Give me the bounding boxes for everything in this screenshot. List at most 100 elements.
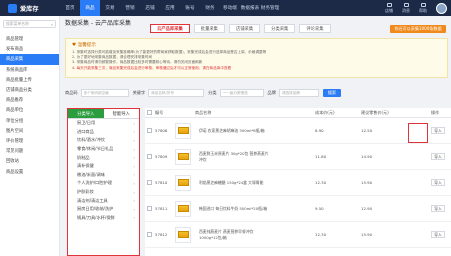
nav-item[interactable]: 店铺 [140,0,160,16]
sidebar-item[interactable]: 商品管理 [0,34,59,44]
row-checkbox[interactable] [147,153,152,159]
col-cost: 成本价(元) [315,109,335,115]
product-table: 编号 商品名称 成本价(元) 建议零售价(元) 操作 57806 伊诺 农家黑芝麻… [145,108,451,256]
row-checkbox[interactable] [147,231,152,237]
nav-item[interactable]: 商品 [80,0,100,16]
brand-select[interactable]: 请选择品牌 [278,89,319,97]
sidebar-item[interactable]: 单位分组 [0,116,59,126]
sidebar-item[interactable]: 图片空间 [0,126,59,136]
row-id: 57806 [155,128,168,133]
category-item[interactable]: 清补保健 › [68,162,139,171]
category-select[interactable]: 一一级分类筛选 [219,89,264,97]
sidebar-item[interactable]: 系统商品库 [0,65,59,75]
category-tab[interactable]: 智能导入 [103,109,139,119]
nav-item[interactable]: 移动端 [220,0,240,16]
category-item[interactable]: 锅具/刀具/水杯/保鲜 › [68,214,139,223]
category-item[interactable]: 厨房日用/收纳/洗护 › [68,205,139,214]
category-label: 分类 [208,90,217,95]
chevron-right-icon: › [133,215,135,221]
tab[interactable]: 云产品库采集 [150,24,190,33]
row-cost: 12.30 [315,180,327,185]
chevron-right-icon: › [133,120,135,126]
category-item[interactable]: 零食/休闲/节日礼品 › [68,145,139,154]
barcode-input[interactable]: 多个条码用空格 [80,89,129,97]
tab[interactable]: 批量采集 [193,24,225,33]
import-button[interactable]: 导入 [431,205,445,212]
category-item[interactable]: 厨卫/日用 › [68,119,139,128]
row-retail: 14.90 [361,154,373,159]
tip-warning: 4. 每天只能采集三次，商品采集完成后会进行审核，审核通过后才可以正常使用，请在… [72,65,232,70]
tips-box: ♥ 温馨提示 1. 采集时选择分类可能增加采集准确率(为了能更好的帮商家获取数据… [65,38,448,78]
nav-item[interactable]: 财务 [200,0,220,16]
import-button[interactable]: 导入 [431,127,445,134]
category-tab[interactable]: 分类导入 [68,109,104,119]
product-name: 西麦纯燕麦片 燕麦营养早餐冲饮 1000g*12包/箱 [199,229,254,240]
keyword-input[interactable]: 商品名称/货号 [148,89,205,97]
top-bar: 爱库存 首页 商品 交易 营销 店铺 应用 账号 财务 移动端 数据报表 财务管理 店铺 消息 帮助 [0,0,451,16]
nav-item[interactable]: 财务管理 [260,0,280,16]
shop-menu[interactable]: 店铺 [385,2,393,14]
category-item[interactable]: 个人洗护/口腔护理 › [68,179,139,188]
import-highlight [408,123,428,143]
top-right-menu: 店铺 消息 帮助 [385,0,447,16]
select-all-checkbox[interactable] [147,109,152,115]
avatar[interactable] [436,2,447,14]
nav-item[interactable]: 应用 [160,0,180,16]
sidebar-item[interactable]: 商品单位 [0,105,59,115]
product-name: 韩国进口 每日饮料牛奶 500ml*20瓶/箱 [199,205,267,211]
col-retail: 建议零售价(元) [361,109,389,115]
row-cost: 12.30 [315,232,327,237]
sidebar-item[interactable]: 回收站 [0,156,59,166]
sidebar-item[interactable]: 商品推荐 [0,95,59,105]
category-list: 厨卫/日用 › 进口商品 › 饮料/酒水/冲饮 › 零食/休闲/节日礼品 › 奶制品 › 清补保健 ›… [68,119,139,222]
row-id: 57812 [155,232,168,237]
sidebar-item[interactable]: 商品采集 [0,54,59,65]
chevron-right-icon: › [133,137,135,143]
sidebar-item[interactable]: 商品设置 [0,166,59,176]
logo[interactable]: 爱库存 [0,0,60,16]
barcode-label: 商品码 [65,90,78,95]
row-checkbox[interactable] [147,179,152,185]
row-checkbox[interactable] [147,127,152,133]
sidebar-menu: 商品管理 发布商品 商品采集 系统商品库 商品批量上传 店铺商品分类 商品推荐 商品单位 单位分… [0,34,59,177]
nav-item[interactable]: 交易 [100,0,120,16]
category-item[interactable]: 饮料/酒水/冲饮 › [68,136,139,145]
sidebar-item[interactable]: 店铺商品分类 [0,85,59,95]
sidebar-item[interactable]: 商品批量上传 [0,75,59,85]
table-row: 57810 利焰黑芝麻糖醋 150g*24盒 大塚胃能 12.30 15.90 导入 [145,170,451,196]
bell-icon [403,2,409,7]
tab[interactable]: 评论采集 [299,24,331,33]
sidebar-item[interactable]: 评价管理 [0,136,59,146]
product-thumbnail [175,122,191,139]
tab[interactable]: 分类采集 [264,24,296,33]
category-item[interactable]: 进口商品 › [68,128,139,137]
remaining-quota-button[interactable]: 你还可以采集1000条数据 [390,25,446,33]
import-button[interactable]: 导入 [431,153,445,160]
category-item[interactable]: 清洁剂/清洁工具 › [68,196,139,205]
category-item[interactable]: 奶制品 › [68,153,139,162]
table-row: 57811 韩国进口 每日饮料牛奶 500ml*20瓶/箱 9.50 12.90 导入 [145,196,451,222]
row-checkbox[interactable] [147,205,152,211]
import-button[interactable]: 导入 [431,231,445,238]
messages-menu[interactable]: 消息 [402,2,410,14]
category-item[interactable]: 护肤彩妆 › [68,188,139,197]
row-id: 57809 [155,154,168,159]
import-button[interactable]: 导入 [431,179,445,186]
nav-item[interactable]: 数据报表 [240,0,260,16]
col-name: 商品名称 [195,109,212,115]
nav-item[interactable]: 营销 [120,0,140,16]
search-button[interactable]: 搜索 [322,89,341,97]
chevron-right-icon: › [133,189,135,195]
category-item[interactable]: 粮油/米面/调味 › [68,171,139,180]
table-row: 57809 西麦鲜玉米原麦片 30g*20包 营养燕麦片冲饮 11.80 14.90 导… [145,144,451,170]
sidebar-search-input[interactable]: 搜索菜单名称 ⌕ [3,20,56,28]
help-icon [420,2,426,7]
nav-item[interactable]: 账号 [180,0,200,16]
tab[interactable]: 店铺采集 [228,24,261,33]
chevron-right-icon: › [133,206,135,212]
help-menu[interactable]: 帮助 [419,2,427,14]
table-header: 编号 商品名称 成本价(元) 建议零售价(元) 操作 [145,108,451,118]
sidebar-item[interactable]: 发布商品 [0,44,59,54]
sidebar-item[interactable]: 常见问题 [0,146,59,156]
nav-item[interactable]: 首页 [60,0,80,16]
